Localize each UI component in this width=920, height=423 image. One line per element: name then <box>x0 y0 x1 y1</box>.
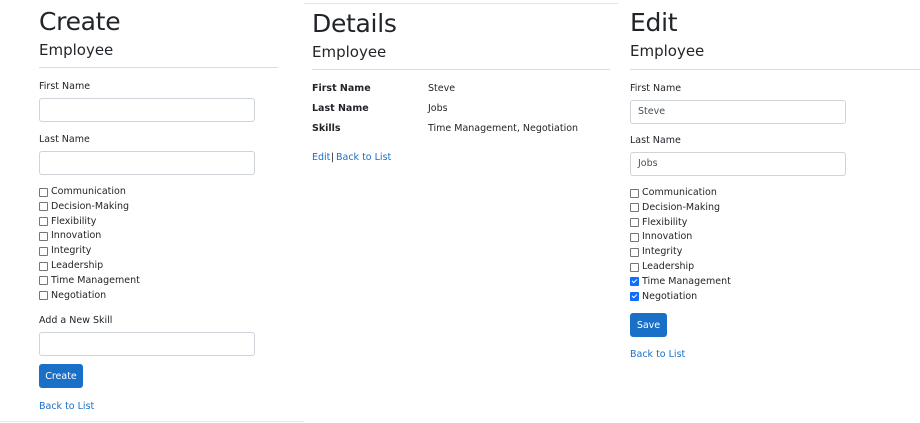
checkbox-unchecked[interactable] <box>39 276 48 286</box>
details-value-last-name: Jobs <box>428 103 448 114</box>
details-term-last-name: Last Name <box>312 103 369 114</box>
skill-checkbox-row[interactable]: Innovation <box>630 230 692 244</box>
skill-checkbox-label[interactable]: Flexibility <box>51 215 96 229</box>
create-new-skill-input[interactable] <box>39 332 255 356</box>
skill-checkbox-label[interactable]: Decision-Making <box>51 200 129 214</box>
skill-checkbox-label[interactable]: Leadership <box>642 260 694 274</box>
checkbox-unchecked[interactable] <box>39 187 48 197</box>
skill-checkbox-label[interactable]: Innovation <box>51 229 101 243</box>
skill-checkbox-label[interactable]: Time Management <box>642 275 731 289</box>
details-panel-top-edge <box>304 3 618 4</box>
edit-entity-heading: Employee <box>630 42 705 60</box>
details-divider <box>312 69 610 70</box>
skill-checkbox-label[interactable]: Time Management <box>51 274 140 288</box>
skill-checkbox-row[interactable]: Flexibility <box>39 215 96 229</box>
checkbox-unchecked[interactable] <box>39 246 48 256</box>
details-page-title: Details <box>312 9 397 38</box>
skill-checkbox-label[interactable]: Negotiation <box>642 290 697 304</box>
checkbox-unchecked[interactable] <box>630 188 639 198</box>
skill-checkbox-row[interactable]: Leadership <box>39 259 103 273</box>
skill-checkbox-label[interactable]: Leadership <box>51 259 103 273</box>
edit-page-title: Edit <box>630 8 678 37</box>
checkbox-unchecked[interactable] <box>39 217 48 227</box>
skill-checkbox-label[interactable]: Decision-Making <box>642 201 720 215</box>
skill-checkbox-row[interactable]: Time Management <box>39 274 140 288</box>
edit-last-name-label: Last Name <box>630 135 681 146</box>
skill-checkbox-row[interactable]: Flexibility <box>630 216 687 230</box>
details-term-skills: Skills <box>312 123 341 134</box>
checkbox-unchecked[interactable] <box>630 203 639 213</box>
skill-checkbox-row[interactable]: Decision-Making <box>39 200 129 214</box>
details-entity-heading: Employee <box>312 43 387 61</box>
skill-checkbox-row[interactable]: Negotiation <box>39 289 106 303</box>
details-panel: Details Employee First Name Steve Last N… <box>304 0 622 423</box>
checkbox-unchecked[interactable] <box>39 231 48 241</box>
checkbox-unchecked[interactable] <box>39 291 48 301</box>
create-first-name-input[interactable] <box>39 98 255 122</box>
create-page-title: Create <box>39 7 121 36</box>
skill-checkbox-row[interactable]: Decision-Making <box>630 201 720 215</box>
details-term-first-name: First Name <box>312 83 371 94</box>
skill-checkbox-row[interactable]: Integrity <box>39 244 91 258</box>
edit-divider <box>630 69 920 70</box>
checkbox-unchecked[interactable] <box>39 202 48 212</box>
edit-back-to-list-link[interactable]: Back to List <box>630 348 685 361</box>
create-panel-bottom-edge <box>0 421 304 422</box>
skill-checkbox-row[interactable]: Communication <box>630 186 717 200</box>
details-edit-link[interactable]: Edit <box>312 151 330 164</box>
checkbox-unchecked[interactable] <box>630 232 639 242</box>
skill-checkbox-label[interactable]: Innovation <box>642 230 692 244</box>
skill-checkbox-label[interactable]: Integrity <box>642 245 682 259</box>
skill-checkbox-row[interactable]: Leadership <box>630 260 694 274</box>
details-back-to-list-link[interactable]: Back to List <box>336 151 391 164</box>
checkbox-unchecked[interactable] <box>630 247 639 257</box>
create-panel: Create Employee First Name Last Name Com… <box>0 0 304 423</box>
skill-checkbox-label[interactable]: Flexibility <box>642 216 687 230</box>
save-button[interactable]: Save <box>630 313 667 337</box>
skill-checkbox-label[interactable]: Integrity <box>51 244 91 258</box>
create-last-name-label: Last Name <box>39 134 90 145</box>
create-back-to-list-link[interactable]: Back to List <box>39 400 94 413</box>
edit-last-name-input[interactable]: Jobs <box>630 152 846 176</box>
create-button[interactable]: Create <box>39 364 83 388</box>
details-value-first-name: Steve <box>428 83 456 94</box>
create-first-name-label: First Name <box>39 81 91 92</box>
checkbox-unchecked[interactable] <box>630 262 639 272</box>
create-last-name-input[interactable] <box>39 151 255 175</box>
details-value-skills: Time Management, Negotiation <box>428 123 579 134</box>
checkbox-checked[interactable] <box>630 292 639 302</box>
create-entity-heading: Employee <box>39 41 114 59</box>
skill-checkbox-label[interactable]: Negotiation <box>51 289 106 303</box>
edit-first-name-input[interactable]: Steve <box>630 100 846 124</box>
edit-first-name-label: First Name <box>630 83 682 94</box>
skill-checkbox-row[interactable]: Integrity <box>630 245 682 259</box>
checkbox-unchecked[interactable] <box>39 261 48 271</box>
skill-checkbox-row[interactable]: Communication <box>39 185 126 199</box>
skill-checkbox-label[interactable]: Communication <box>642 186 717 200</box>
skill-checkbox-row[interactable]: Time Management <box>630 275 731 289</box>
details-link-separator: | <box>331 152 335 163</box>
create-new-skill-label: Add a New Skill <box>39 315 113 326</box>
skill-checkbox-row[interactable]: Negotiation <box>630 290 697 304</box>
skill-checkbox-label[interactable]: Communication <box>51 185 126 199</box>
skill-checkbox-row[interactable]: Innovation <box>39 229 101 243</box>
edit-panel: Edit Employee First Name Steve Last Name… <box>622 0 920 423</box>
checkbox-unchecked[interactable] <box>630 218 639 228</box>
create-divider <box>39 67 278 68</box>
checkbox-checked[interactable] <box>630 277 639 287</box>
